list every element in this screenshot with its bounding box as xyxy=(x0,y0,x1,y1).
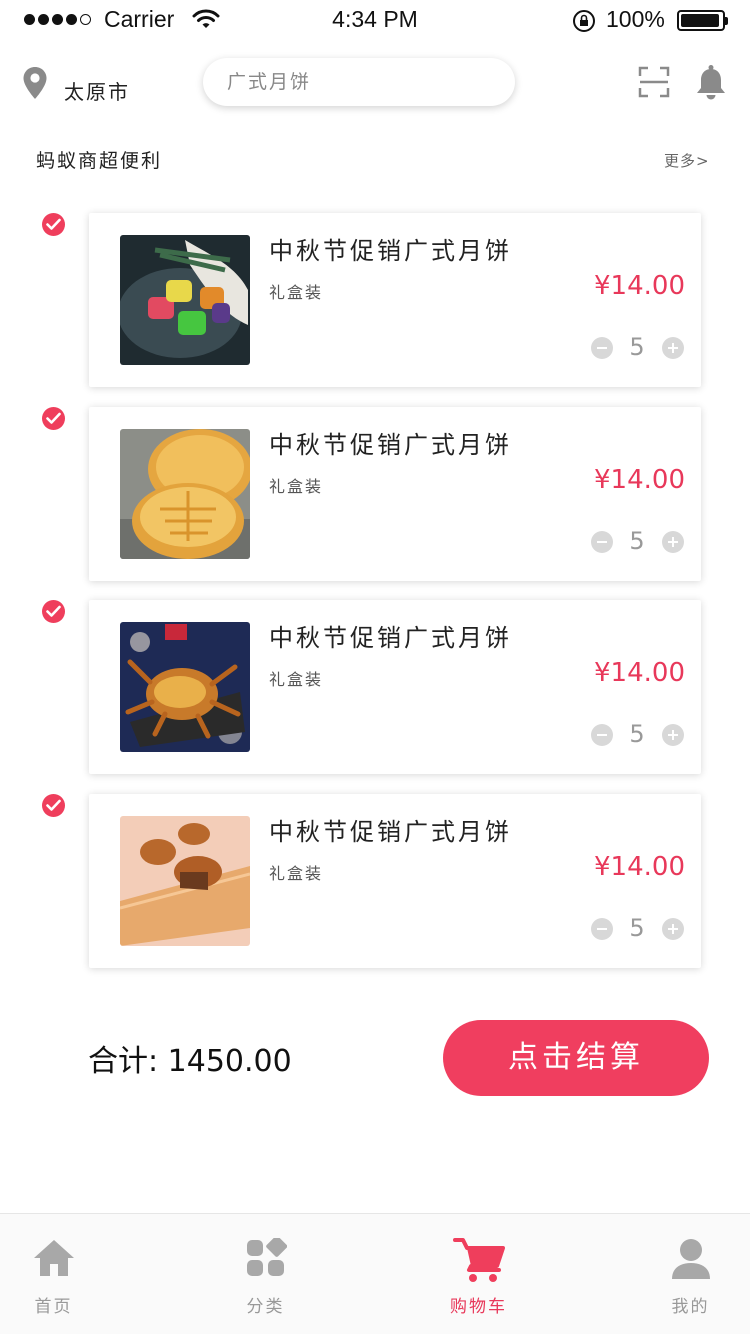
product-image[interactable] xyxy=(120,816,250,946)
item-subtitle: 礼盒装 xyxy=(269,670,324,689)
product-image[interactable] xyxy=(120,235,250,365)
city-selector[interactable]: 太原市 xyxy=(64,76,130,105)
battery-percentage: 100% xyxy=(606,6,665,32)
tab-category[interactable]: 分类 xyxy=(172,1214,359,1334)
cart-item[interactable]: 中秋节促销广式月饼 礼盒装 ¥14.00 5 xyxy=(89,213,701,387)
item-price: ¥14.00 xyxy=(594,465,685,495)
more-link[interactable]: 更多> xyxy=(664,150,710,171)
item-checkbox[interactable] xyxy=(42,794,65,817)
cart-item[interactable]: 中秋节促销广式月饼 礼盒装 ¥14.00 5 xyxy=(89,407,701,581)
tab-label: 首页 xyxy=(34,1297,73,1317)
quantity-value: 5 xyxy=(629,333,645,361)
tab-profile[interactable]: 我的 xyxy=(597,1214,750,1334)
quantity-value: 5 xyxy=(629,914,645,942)
search-input[interactable]: 广式月饼 xyxy=(203,58,515,106)
item-price: ¥14.00 xyxy=(594,271,685,301)
decrease-quantity-button[interactable] xyxy=(591,531,613,553)
decrease-quantity-button[interactable] xyxy=(591,724,613,746)
increase-quantity-button[interactable] xyxy=(662,531,684,553)
product-image[interactable] xyxy=(120,429,250,559)
cart-icon xyxy=(452,1238,505,1282)
tab-bar: 首页 分类 购物车 我的 xyxy=(0,1213,750,1334)
decrease-quantity-button[interactable] xyxy=(591,918,613,940)
decrease-quantity-button[interactable] xyxy=(591,337,613,359)
cart-item[interactable]: 中秋节促销广式月饼 礼盒装 ¥14.00 5 xyxy=(89,794,701,968)
increase-quantity-button[interactable] xyxy=(662,918,684,940)
scan-icon[interactable] xyxy=(638,66,670,98)
item-checkbox[interactable] xyxy=(42,213,65,236)
battery-icon xyxy=(677,10,728,31)
increase-quantity-button[interactable] xyxy=(662,724,684,746)
tab-cart[interactable]: 购物车 xyxy=(385,1214,572,1334)
profile-icon xyxy=(671,1239,710,1279)
tab-home[interactable]: 首页 xyxy=(0,1214,147,1334)
tab-label: 分类 xyxy=(246,1297,285,1317)
quantity-value: 5 xyxy=(629,527,645,555)
orientation-lock-icon xyxy=(573,10,595,32)
checkout-button[interactable]: 点击结算 xyxy=(443,1020,709,1096)
item-title: 中秋节促销广式月饼 xyxy=(269,818,512,846)
bell-icon[interactable] xyxy=(696,64,726,100)
tab-label: 购物车 xyxy=(450,1297,507,1317)
quantity-value: 5 xyxy=(629,720,645,748)
status-bar: Carrier 4:34 PM 100% xyxy=(0,0,750,40)
location-pin-icon[interactable] xyxy=(22,66,48,100)
total-amount: 合计: 1450.00 xyxy=(88,1044,292,1079)
item-title: 中秋节促销广式月饼 xyxy=(269,237,512,265)
item-price: ¥14.00 xyxy=(594,658,685,688)
item-checkbox[interactable] xyxy=(42,600,65,623)
item-subtitle: 礼盒装 xyxy=(269,864,324,883)
tab-label: 我的 xyxy=(671,1297,710,1317)
item-title: 中秋节促销广式月饼 xyxy=(269,624,512,652)
item-title: 中秋节促销广式月饼 xyxy=(269,431,512,459)
home-icon xyxy=(33,1240,74,1276)
item-subtitle: 礼盒装 xyxy=(269,477,324,496)
category-icon xyxy=(246,1238,287,1276)
item-subtitle: 礼盒装 xyxy=(269,283,324,302)
increase-quantity-button[interactable] xyxy=(662,337,684,359)
product-image[interactable] xyxy=(120,622,250,752)
store-name: 蚂蚁商超便利 xyxy=(36,150,163,172)
item-checkbox[interactable] xyxy=(42,407,65,430)
item-price: ¥14.00 xyxy=(594,852,685,882)
cart-item[interactable]: 中秋节促销广式月饼 礼盒装 ¥14.00 5 xyxy=(89,600,701,774)
